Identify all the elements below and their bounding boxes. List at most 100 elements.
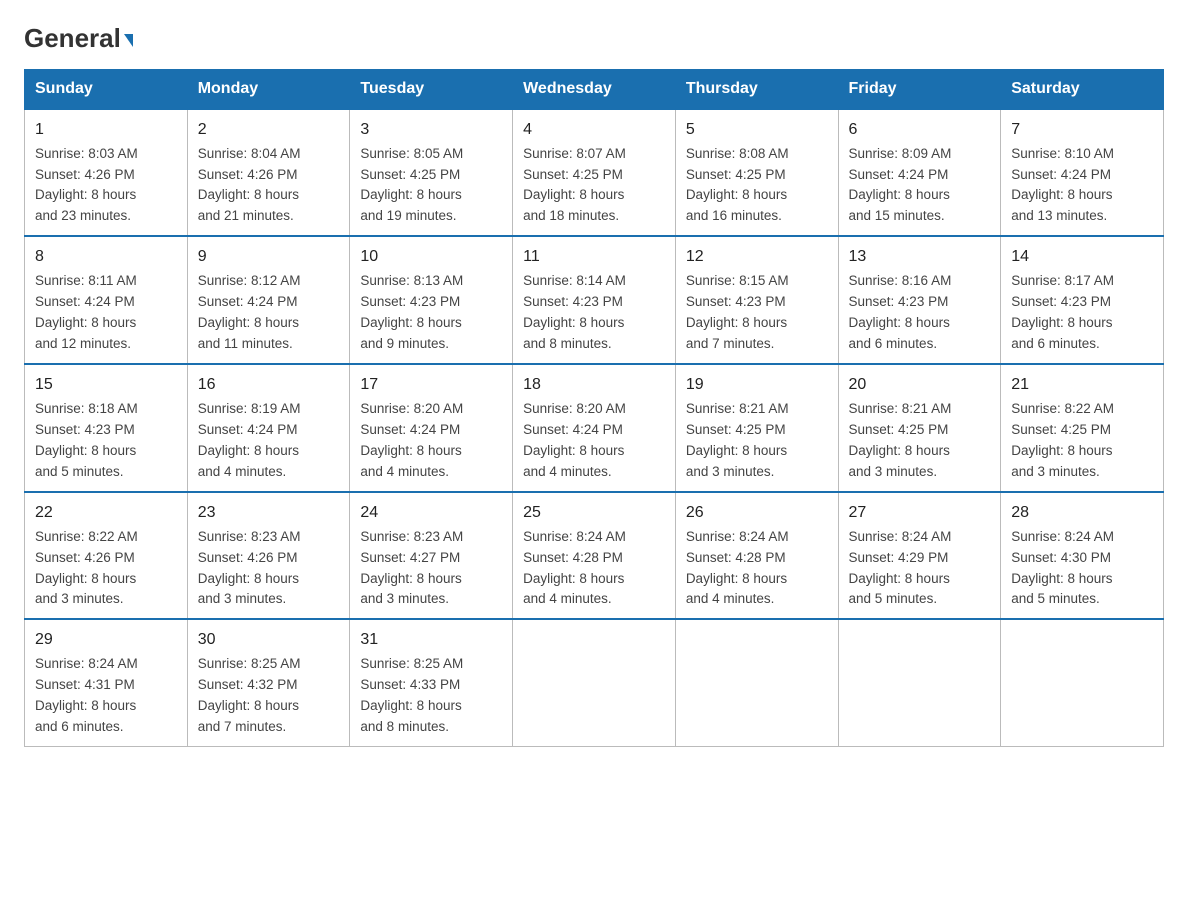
calendar-cell: 27 Sunrise: 8:24 AMSunset: 4:29 PMDaylig… (838, 492, 1001, 620)
weekday-header-sunday: Sunday (25, 69, 188, 109)
week-row-5: 29 Sunrise: 8:24 AMSunset: 4:31 PMDaylig… (25, 619, 1164, 746)
day-info: Sunrise: 8:23 AMSunset: 4:26 PMDaylight:… (198, 527, 340, 611)
calendar-cell: 17 Sunrise: 8:20 AMSunset: 4:24 PMDaylig… (350, 364, 513, 492)
day-number: 6 (849, 118, 991, 142)
day-number: 5 (686, 118, 828, 142)
day-info: Sunrise: 8:20 AMSunset: 4:24 PMDaylight:… (360, 399, 502, 483)
weekday-header-monday: Monday (187, 69, 350, 109)
calendar-table: SundayMondayTuesdayWednesdayThursdayFrid… (24, 69, 1164, 747)
day-info: Sunrise: 8:08 AMSunset: 4:25 PMDaylight:… (686, 144, 828, 228)
calendar-cell: 30 Sunrise: 8:25 AMSunset: 4:32 PMDaylig… (187, 619, 350, 746)
day-number: 27 (849, 501, 991, 525)
day-number: 23 (198, 501, 340, 525)
calendar-cell: 22 Sunrise: 8:22 AMSunset: 4:26 PMDaylig… (25, 492, 188, 620)
calendar-cell (838, 619, 1001, 746)
calendar-cell: 3 Sunrise: 8:05 AMSunset: 4:25 PMDayligh… (350, 109, 513, 237)
calendar-cell: 4 Sunrise: 8:07 AMSunset: 4:25 PMDayligh… (513, 109, 676, 237)
day-number: 22 (35, 501, 177, 525)
day-number: 25 (523, 501, 665, 525)
day-info: Sunrise: 8:16 AMSunset: 4:23 PMDaylight:… (849, 271, 991, 355)
day-number: 16 (198, 373, 340, 397)
week-row-1: 1 Sunrise: 8:03 AMSunset: 4:26 PMDayligh… (25, 109, 1164, 237)
day-number: 12 (686, 245, 828, 269)
weekday-header-wednesday: Wednesday (513, 69, 676, 109)
day-number: 1 (35, 118, 177, 142)
calendar-cell: 11 Sunrise: 8:14 AMSunset: 4:23 PMDaylig… (513, 236, 676, 364)
day-info: Sunrise: 8:24 AMSunset: 4:28 PMDaylight:… (686, 527, 828, 611)
calendar-cell (513, 619, 676, 746)
day-info: Sunrise: 8:20 AMSunset: 4:24 PMDaylight:… (523, 399, 665, 483)
day-info: Sunrise: 8:25 AMSunset: 4:32 PMDaylight:… (198, 654, 340, 738)
header-row: SundayMondayTuesdayWednesdayThursdayFrid… (25, 69, 1164, 109)
calendar-cell: 18 Sunrise: 8:20 AMSunset: 4:24 PMDaylig… (513, 364, 676, 492)
week-row-3: 15 Sunrise: 8:18 AMSunset: 4:23 PMDaylig… (25, 364, 1164, 492)
calendar-cell: 16 Sunrise: 8:19 AMSunset: 4:24 PMDaylig… (187, 364, 350, 492)
day-number: 10 (360, 245, 502, 269)
calendar-cell: 8 Sunrise: 8:11 AMSunset: 4:24 PMDayligh… (25, 236, 188, 364)
calendar-cell: 6 Sunrise: 8:09 AMSunset: 4:24 PMDayligh… (838, 109, 1001, 237)
calendar-cell: 5 Sunrise: 8:08 AMSunset: 4:25 PMDayligh… (675, 109, 838, 237)
calendar-cell: 21 Sunrise: 8:22 AMSunset: 4:25 PMDaylig… (1001, 364, 1164, 492)
day-number: 17 (360, 373, 502, 397)
day-info: Sunrise: 8:21 AMSunset: 4:25 PMDaylight:… (686, 399, 828, 483)
day-info: Sunrise: 8:21 AMSunset: 4:25 PMDaylight:… (849, 399, 991, 483)
day-info: Sunrise: 8:10 AMSunset: 4:24 PMDaylight:… (1011, 144, 1153, 228)
calendar-cell: 25 Sunrise: 8:24 AMSunset: 4:28 PMDaylig… (513, 492, 676, 620)
calendar-cell: 20 Sunrise: 8:21 AMSunset: 4:25 PMDaylig… (838, 364, 1001, 492)
calendar-cell: 7 Sunrise: 8:10 AMSunset: 4:24 PMDayligh… (1001, 109, 1164, 237)
calendar-cell: 29 Sunrise: 8:24 AMSunset: 4:31 PMDaylig… (25, 619, 188, 746)
day-info: Sunrise: 8:17 AMSunset: 4:23 PMDaylight:… (1011, 271, 1153, 355)
day-number: 21 (1011, 373, 1153, 397)
day-number: 4 (523, 118, 665, 142)
calendar-cell: 10 Sunrise: 8:13 AMSunset: 4:23 PMDaylig… (350, 236, 513, 364)
day-number: 19 (686, 373, 828, 397)
day-number: 2 (198, 118, 340, 142)
day-info: Sunrise: 8:15 AMSunset: 4:23 PMDaylight:… (686, 271, 828, 355)
calendar-cell: 1 Sunrise: 8:03 AMSunset: 4:26 PMDayligh… (25, 109, 188, 237)
day-info: Sunrise: 8:13 AMSunset: 4:23 PMDaylight:… (360, 271, 502, 355)
weekday-header-friday: Friday (838, 69, 1001, 109)
day-number: 20 (849, 373, 991, 397)
calendar-cell: 13 Sunrise: 8:16 AMSunset: 4:23 PMDaylig… (838, 236, 1001, 364)
day-info: Sunrise: 8:24 AMSunset: 4:30 PMDaylight:… (1011, 527, 1153, 611)
day-number: 15 (35, 373, 177, 397)
day-info: Sunrise: 8:24 AMSunset: 4:29 PMDaylight:… (849, 527, 991, 611)
calendar-cell: 23 Sunrise: 8:23 AMSunset: 4:26 PMDaylig… (187, 492, 350, 620)
calendar-cell: 14 Sunrise: 8:17 AMSunset: 4:23 PMDaylig… (1001, 236, 1164, 364)
day-number: 11 (523, 245, 665, 269)
day-info: Sunrise: 8:25 AMSunset: 4:33 PMDaylight:… (360, 654, 502, 738)
day-number: 7 (1011, 118, 1153, 142)
calendar-cell: 15 Sunrise: 8:18 AMSunset: 4:23 PMDaylig… (25, 364, 188, 492)
day-info: Sunrise: 8:22 AMSunset: 4:25 PMDaylight:… (1011, 399, 1153, 483)
logo-top: General (24, 24, 133, 53)
calendar-cell: 9 Sunrise: 8:12 AMSunset: 4:24 PMDayligh… (187, 236, 350, 364)
calendar-cell: 19 Sunrise: 8:21 AMSunset: 4:25 PMDaylig… (675, 364, 838, 492)
calendar-cell (1001, 619, 1164, 746)
day-info: Sunrise: 8:07 AMSunset: 4:25 PMDaylight:… (523, 144, 665, 228)
calendar-cell: 26 Sunrise: 8:24 AMSunset: 4:28 PMDaylig… (675, 492, 838, 620)
day-number: 31 (360, 628, 502, 652)
day-number: 24 (360, 501, 502, 525)
day-number: 9 (198, 245, 340, 269)
calendar-cell: 2 Sunrise: 8:04 AMSunset: 4:26 PMDayligh… (187, 109, 350, 237)
day-info: Sunrise: 8:24 AMSunset: 4:31 PMDaylight:… (35, 654, 177, 738)
day-info: Sunrise: 8:24 AMSunset: 4:28 PMDaylight:… (523, 527, 665, 611)
day-number: 29 (35, 628, 177, 652)
day-number: 30 (198, 628, 340, 652)
weekday-header-tuesday: Tuesday (350, 69, 513, 109)
week-row-4: 22 Sunrise: 8:22 AMSunset: 4:26 PMDaylig… (25, 492, 1164, 620)
day-number: 3 (360, 118, 502, 142)
day-info: Sunrise: 8:14 AMSunset: 4:23 PMDaylight:… (523, 271, 665, 355)
day-number: 8 (35, 245, 177, 269)
calendar-cell: 12 Sunrise: 8:15 AMSunset: 4:23 PMDaylig… (675, 236, 838, 364)
week-row-2: 8 Sunrise: 8:11 AMSunset: 4:24 PMDayligh… (25, 236, 1164, 364)
day-number: 28 (1011, 501, 1153, 525)
calendar-cell: 31 Sunrise: 8:25 AMSunset: 4:33 PMDaylig… (350, 619, 513, 746)
day-info: Sunrise: 8:11 AMSunset: 4:24 PMDaylight:… (35, 271, 177, 355)
day-info: Sunrise: 8:09 AMSunset: 4:24 PMDaylight:… (849, 144, 991, 228)
day-number: 26 (686, 501, 828, 525)
day-number: 13 (849, 245, 991, 269)
calendar-cell: 28 Sunrise: 8:24 AMSunset: 4:30 PMDaylig… (1001, 492, 1164, 620)
day-info: Sunrise: 8:18 AMSunset: 4:23 PMDaylight:… (35, 399, 177, 483)
day-number: 18 (523, 373, 665, 397)
